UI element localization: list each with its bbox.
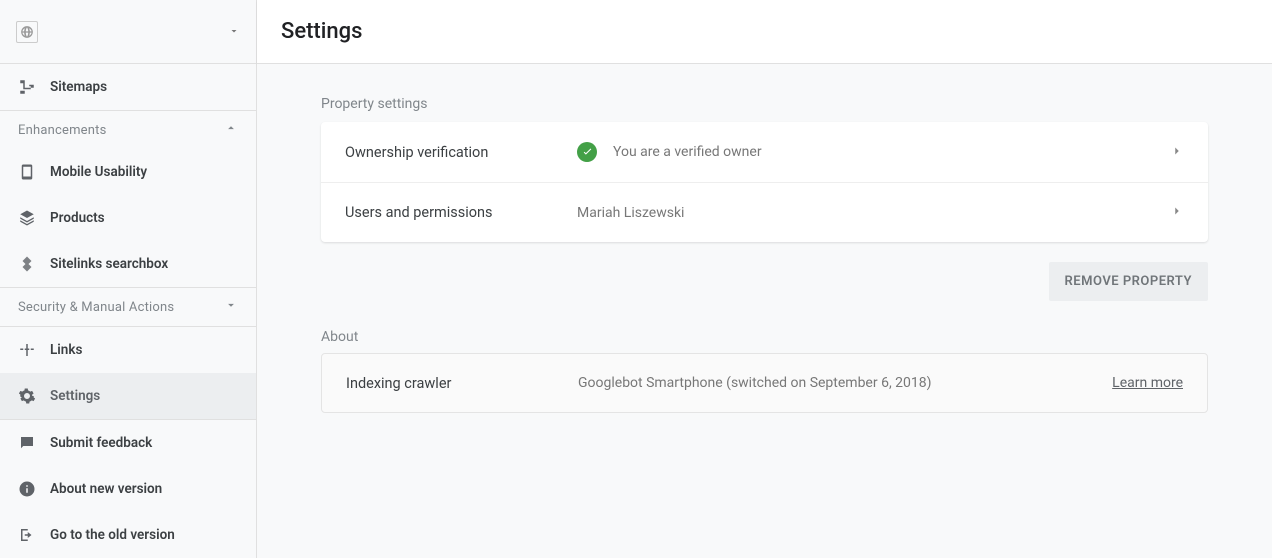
section-header-enhancements[interactable]: Enhancements [0,111,256,149]
check-icon [577,142,597,162]
sidebar-body: Sitemaps Enhancements Mobile Usability P… [0,64,256,558]
section-header-label: Enhancements [18,123,107,138]
sidebar-item-label: Sitelinks searchbox [50,256,168,272]
section-header-security[interactable]: Security & Manual Actions [0,288,256,326]
sidebar-item-links[interactable]: Links [0,327,256,373]
sidebar-item-label: Mobile Usability [50,164,147,180]
sidebar: Sitemaps Enhancements Mobile Usability P… [0,0,257,558]
sidebar-item-go-old-version[interactable]: Go to the old version [0,512,256,558]
sidebar-item-label: Links [50,342,82,358]
sidebar-header [0,0,256,64]
sidebar-item-label: About new version [50,481,162,497]
sidebar-item-sitemaps[interactable]: Sitemaps [0,64,256,110]
sidebar-item-settings[interactable]: Settings [0,373,256,419]
about-card: Indexing crawler Googlebot Smartphone (s… [321,353,1208,413]
page-title: Settings [281,19,362,44]
main-header: Settings [257,0,1272,64]
chevron-right-icon [1170,143,1184,162]
about-row-label: Indexing crawler [346,375,578,392]
sidebar-item-sitelinks-searchbox[interactable]: Sitelinks searchbox [0,241,256,287]
chevron-down-icon [228,22,240,41]
sidebar-item-label: Go to the old version [50,527,175,543]
about-row-value: Googlebot Smartphone (switched on Septem… [578,375,1112,391]
sidebar-item-mobile-usability[interactable]: Mobile Usability [0,149,256,195]
sidebar-item-label: Sitemaps [50,79,107,95]
sidebar-item-submit-feedback[interactable]: Submit feedback [0,420,256,466]
sidebar-item-about-new-version[interactable]: About new version [0,466,256,512]
row-value: You are a verified owner [577,142,1170,162]
remove-property-button[interactable]: REMOVE PROPERTY [1049,262,1208,301]
main-body: Property settings Ownership verification… [257,64,1272,558]
exit-icon [18,526,50,544]
property-settings-card: Ownership verification You are a verifie… [321,122,1208,242]
card-actions: REMOVE PROPERTY [321,262,1208,301]
row-ownership-verification[interactable]: Ownership verification You are a verifie… [321,122,1208,182]
chevron-down-icon [224,298,238,316]
row-value-text: Mariah Liszewski [577,205,684,221]
tag-icon [18,209,50,227]
property-settings-label: Property settings [321,96,1208,112]
row-value: Mariah Liszewski [577,205,1170,221]
sidebar-item-label: Settings [50,388,100,404]
property-selector[interactable] [16,21,240,43]
info-icon [18,480,50,498]
feedback-icon [18,434,50,452]
diamond-icon [18,255,50,273]
learn-more-link[interactable]: Learn more [1112,375,1183,391]
globe-icon [16,21,38,43]
sitemap-icon [18,78,50,96]
links-icon [18,341,50,359]
sidebar-item-label: Submit feedback [50,435,152,451]
phone-icon [18,163,50,181]
sidebar-item-label: Products [50,210,105,226]
row-label: Ownership verification [345,144,577,161]
main: Settings Property settings Ownership ver… [257,0,1272,558]
chevron-right-icon [1170,203,1184,222]
section-header-label: Security & Manual Actions [18,300,174,315]
about-label: About [321,329,1208,345]
sidebar-item-products[interactable]: Products [0,195,256,241]
row-label: Users and permissions [345,204,577,221]
chevron-up-icon [224,121,238,139]
row-value-text: You are a verified owner [613,144,762,160]
gear-icon [18,387,50,405]
row-users-permissions[interactable]: Users and permissions Mariah Liszewski [321,182,1208,242]
